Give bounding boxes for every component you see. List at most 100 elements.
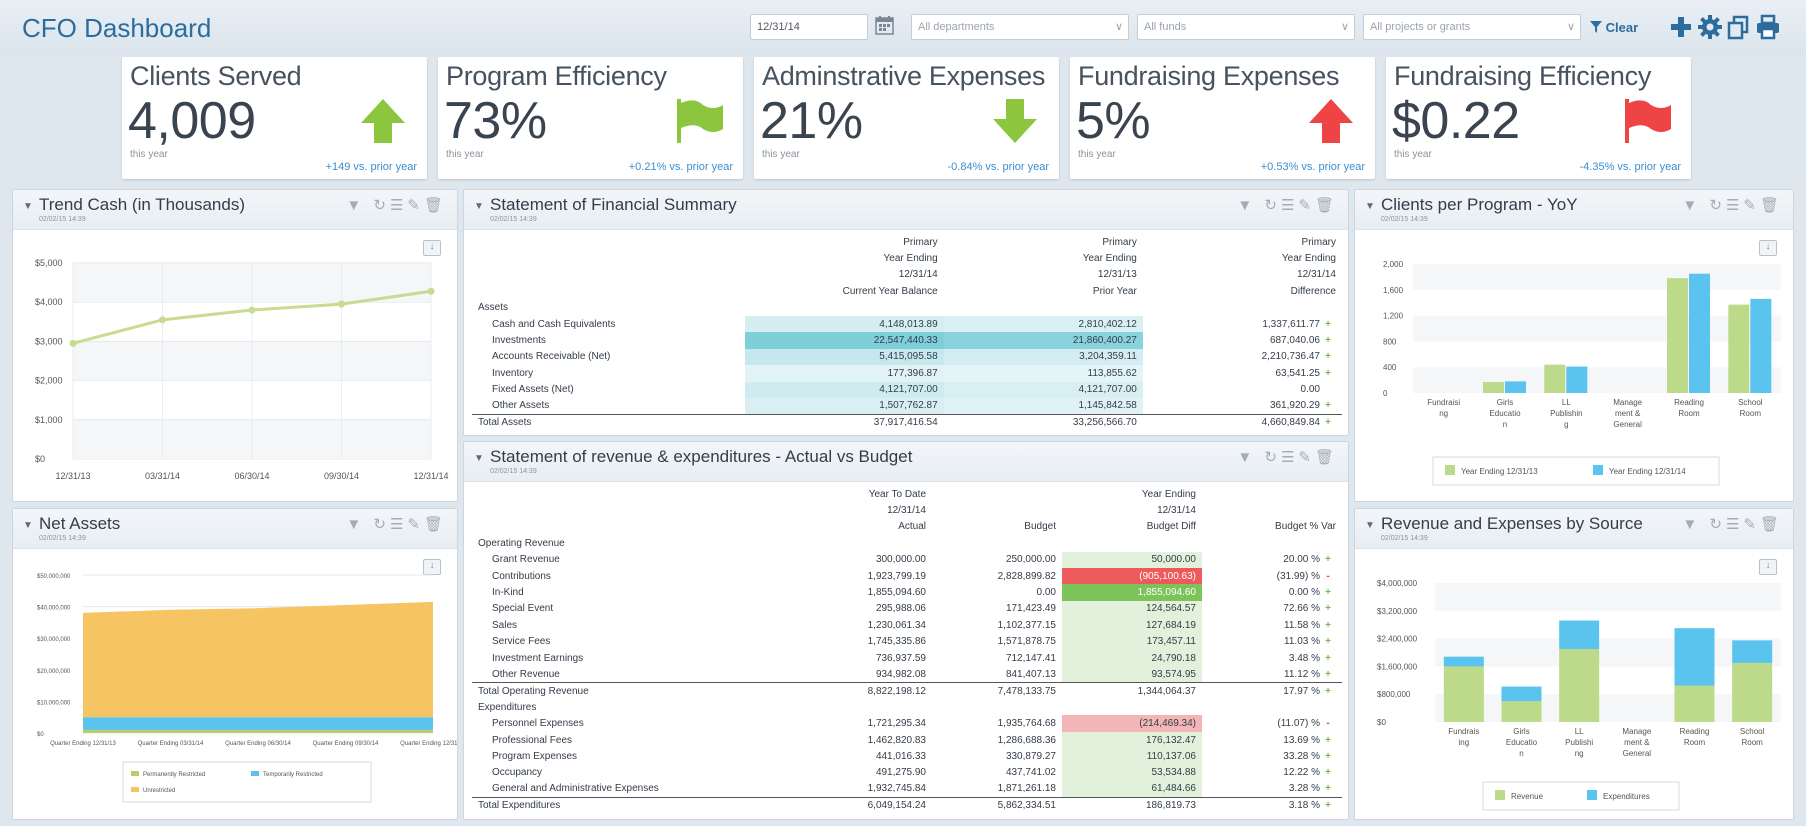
table-cell: 361,920.29 + <box>1143 398 1342 414</box>
panel-revenue-expenditures: ▼ Statement of revenue & expenditures - … <box>463 441 1349 820</box>
panel-tools[interactable]: ▼ ↻☰✎🗑 <box>346 196 447 214</box>
gear-icon[interactable] <box>1696 13 1724 41</box>
add-icon[interactable] <box>1668 13 1694 41</box>
table-cell: 33.28 % + <box>1202 748 1342 764</box>
net-assets-chart: $0 $10,000,000 $20,000,000 $30,000,000 $40,0… <box>37 574 457 803</box>
y-tick-label: $20,000,000 <box>37 669 71 675</box>
x-tick-label: ing <box>1458 738 1469 747</box>
table-cell: 491,275.90 <box>875 767 926 779</box>
calendar-icon[interactable] <box>874 13 896 41</box>
panel-tools[interactable]: ▼ ↻☰✎🗑 <box>1237 448 1338 466</box>
x-tick-label: ment & <box>1624 738 1650 747</box>
table-row: In-Kind 1,855,094.60 0.00 1,855,094.60 0.00 … <box>472 584 1342 601</box>
table-cell: 1,337,611.77 + <box>1143 316 1342 332</box>
panel-header: ▼ Net Assets 02/02/15 14:39 ▼ ↻☰✎🗑 <box>13 509 457 549</box>
departments-select[interactable]: All departments ∨ <box>911 14 1129 40</box>
trend-cash-chart: $0 $1,000 $2,000 $3,000 $4,000 $5,000 12/31/13… <box>35 258 449 481</box>
table-row: Cash and Cash Equivalents 4,148,013.89 2,8… <box>472 315 1342 333</box>
table-cell: 2,810,402.12 <box>943 315 1143 333</box>
table-row: Occupancy 491,275.90 437,741.02 53,534.88 12… <box>472 764 1342 782</box>
table-cell: Investment Earnings <box>492 652 584 664</box>
y-tick-label: $40,000,000 <box>37 606 71 612</box>
table-cell: 4,121,707.00 <box>943 381 1143 398</box>
table-cell: Cash and Cash Equivalents <box>492 318 616 330</box>
table-cell: 736,937.59 <box>875 652 926 664</box>
table-cell: 22,547,440.33 <box>744 332 944 349</box>
legend-label: Expenditures <box>1603 792 1650 801</box>
x-tick-label: Quarter Ending 12/31/13 <box>50 741 116 747</box>
table-cell <box>472 283 745 299</box>
table-cell <box>1143 300 1342 316</box>
table-cell: Primary <box>903 236 938 248</box>
table-cell: (11.07) % - <box>1202 715 1342 731</box>
collapse-caret-icon[interactable]: ▼ <box>1365 520 1375 531</box>
panel-tools[interactable]: ▼ ↻☰✎🗑 <box>346 515 447 533</box>
diff-value: 0.00 <box>1300 384 1320 396</box>
funds-select[interactable]: All funds ∨ <box>1137 14 1355 40</box>
kpi-card-clients-served: Clients Served 4,009 this year +149 vs. … <box>122 57 427 179</box>
table-cell: 4,660,849.84 + <box>1143 414 1342 430</box>
table-cell: 1,855,094.60 <box>1062 584 1202 601</box>
panel-timestamp: 02/02/15 14:39 <box>1381 216 1428 223</box>
table-cell: Year Ending <box>1141 488 1196 500</box>
table-cell: 11.03 % + <box>1202 634 1342 650</box>
x-tick-label: Girls <box>1513 727 1529 736</box>
plus-indicator-icon: + <box>1325 367 1331 379</box>
pct-value: 11.12 % <box>1284 668 1320 680</box>
dashboard-root: CFO Dashboard 12/31/14 All departments ∨… <box>0 0 1806 826</box>
date-input[interactable]: 12/31/14 <box>750 14 868 40</box>
collapse-caret-icon[interactable]: ▼ <box>23 520 33 531</box>
plus-indicator-icon: + <box>1325 318 1331 330</box>
table-row: Special Event 295,988.06 171,423.49 124,564… <box>472 600 1342 618</box>
table-total-row: Total Operating Revenue 8,822,198.12 7,478… <box>472 682 1342 699</box>
collapse-caret-icon[interactable]: ▼ <box>474 201 484 212</box>
print-icon[interactable] <box>1754 13 1782 41</box>
table-cell: 1,102,377.15 <box>997 619 1056 631</box>
panel-tools[interactable]: ▼ ↻☰✎🗑 <box>1237 196 1338 214</box>
clear-label: Clear <box>1605 20 1639 35</box>
collapse-caret-icon[interactable]: ▼ <box>1365 201 1375 212</box>
y-tick-label: $0 <box>35 454 45 464</box>
x-tick-label: 09/30/14 <box>324 471 359 481</box>
x-tick-label: ng <box>1575 749 1584 758</box>
table-cell: Prior Year <box>1092 285 1137 297</box>
collapse-caret-icon[interactable]: ▼ <box>23 201 33 212</box>
table-cell: Occupancy <box>492 767 543 779</box>
bar <box>1443 656 1484 667</box>
panel-timestamp: 02/02/15 14:39 <box>1381 535 1428 542</box>
collapse-caret-icon[interactable]: ▼ <box>474 453 484 464</box>
bar <box>1501 701 1542 722</box>
table-header-row: Year To Date Year Ending <box>472 486 1342 502</box>
table-header-row: Year Ending Year Ending Year Ending <box>472 250 1342 266</box>
panel-timestamp: 02/02/15 14:39 <box>39 216 86 223</box>
panel-title: Statement of revenue & expenditures - Ac… <box>490 447 913 466</box>
legend-swatch <box>1445 465 1455 475</box>
table-row: General and Administrative Expenses 1,932… <box>472 781 1342 798</box>
y-tick-label: $50,000,000 <box>37 574 71 580</box>
table-cell: Total Expenditures <box>478 800 561 812</box>
projects-select[interactable]: All projects or grants ∨ <box>1363 14 1581 40</box>
kpi-delta: -4.35% vs. prior year <box>1579 161 1681 173</box>
legend-label: Unrestricted <box>143 788 175 794</box>
copy-icon[interactable] <box>1726 13 1752 41</box>
panel-tools[interactable]: ▼ ↻☰✎🗑 <box>1682 515 1783 533</box>
table-row: Professional Fees 1,462,820.83 1,286,688.3… <box>472 731 1342 749</box>
legend-label: Year Ending 12/31/14 <box>1609 467 1686 476</box>
table-cell <box>472 267 745 283</box>
legend-swatch <box>1593 465 1603 475</box>
table-cell: Accounts Receivable (Net) <box>492 351 611 363</box>
plus-indicator-icon: + <box>1325 351 1331 363</box>
data-point <box>248 306 256 314</box>
clear-filter-button[interactable]: Clear <box>1590 13 1660 41</box>
table-cell: 1,230,061.34 <box>867 619 926 631</box>
legend-label: Permanently Restricted <box>143 772 205 778</box>
panel-tools[interactable]: ▼ ↻☰✎🗑 <box>1682 196 1783 214</box>
y-tick-label: 1,200 <box>1383 312 1404 321</box>
table-cell: 934,982.08 <box>875 668 926 680</box>
plus-indicator-icon: + <box>1325 603 1331 615</box>
table-cell: 1,855,094.60 <box>867 587 926 599</box>
x-tick-label: 06/30/14 <box>234 471 269 481</box>
table-cell <box>944 300 1143 316</box>
plus-indicator-icon: + <box>1325 554 1331 566</box>
x-tick-label: School <box>1740 727 1765 736</box>
